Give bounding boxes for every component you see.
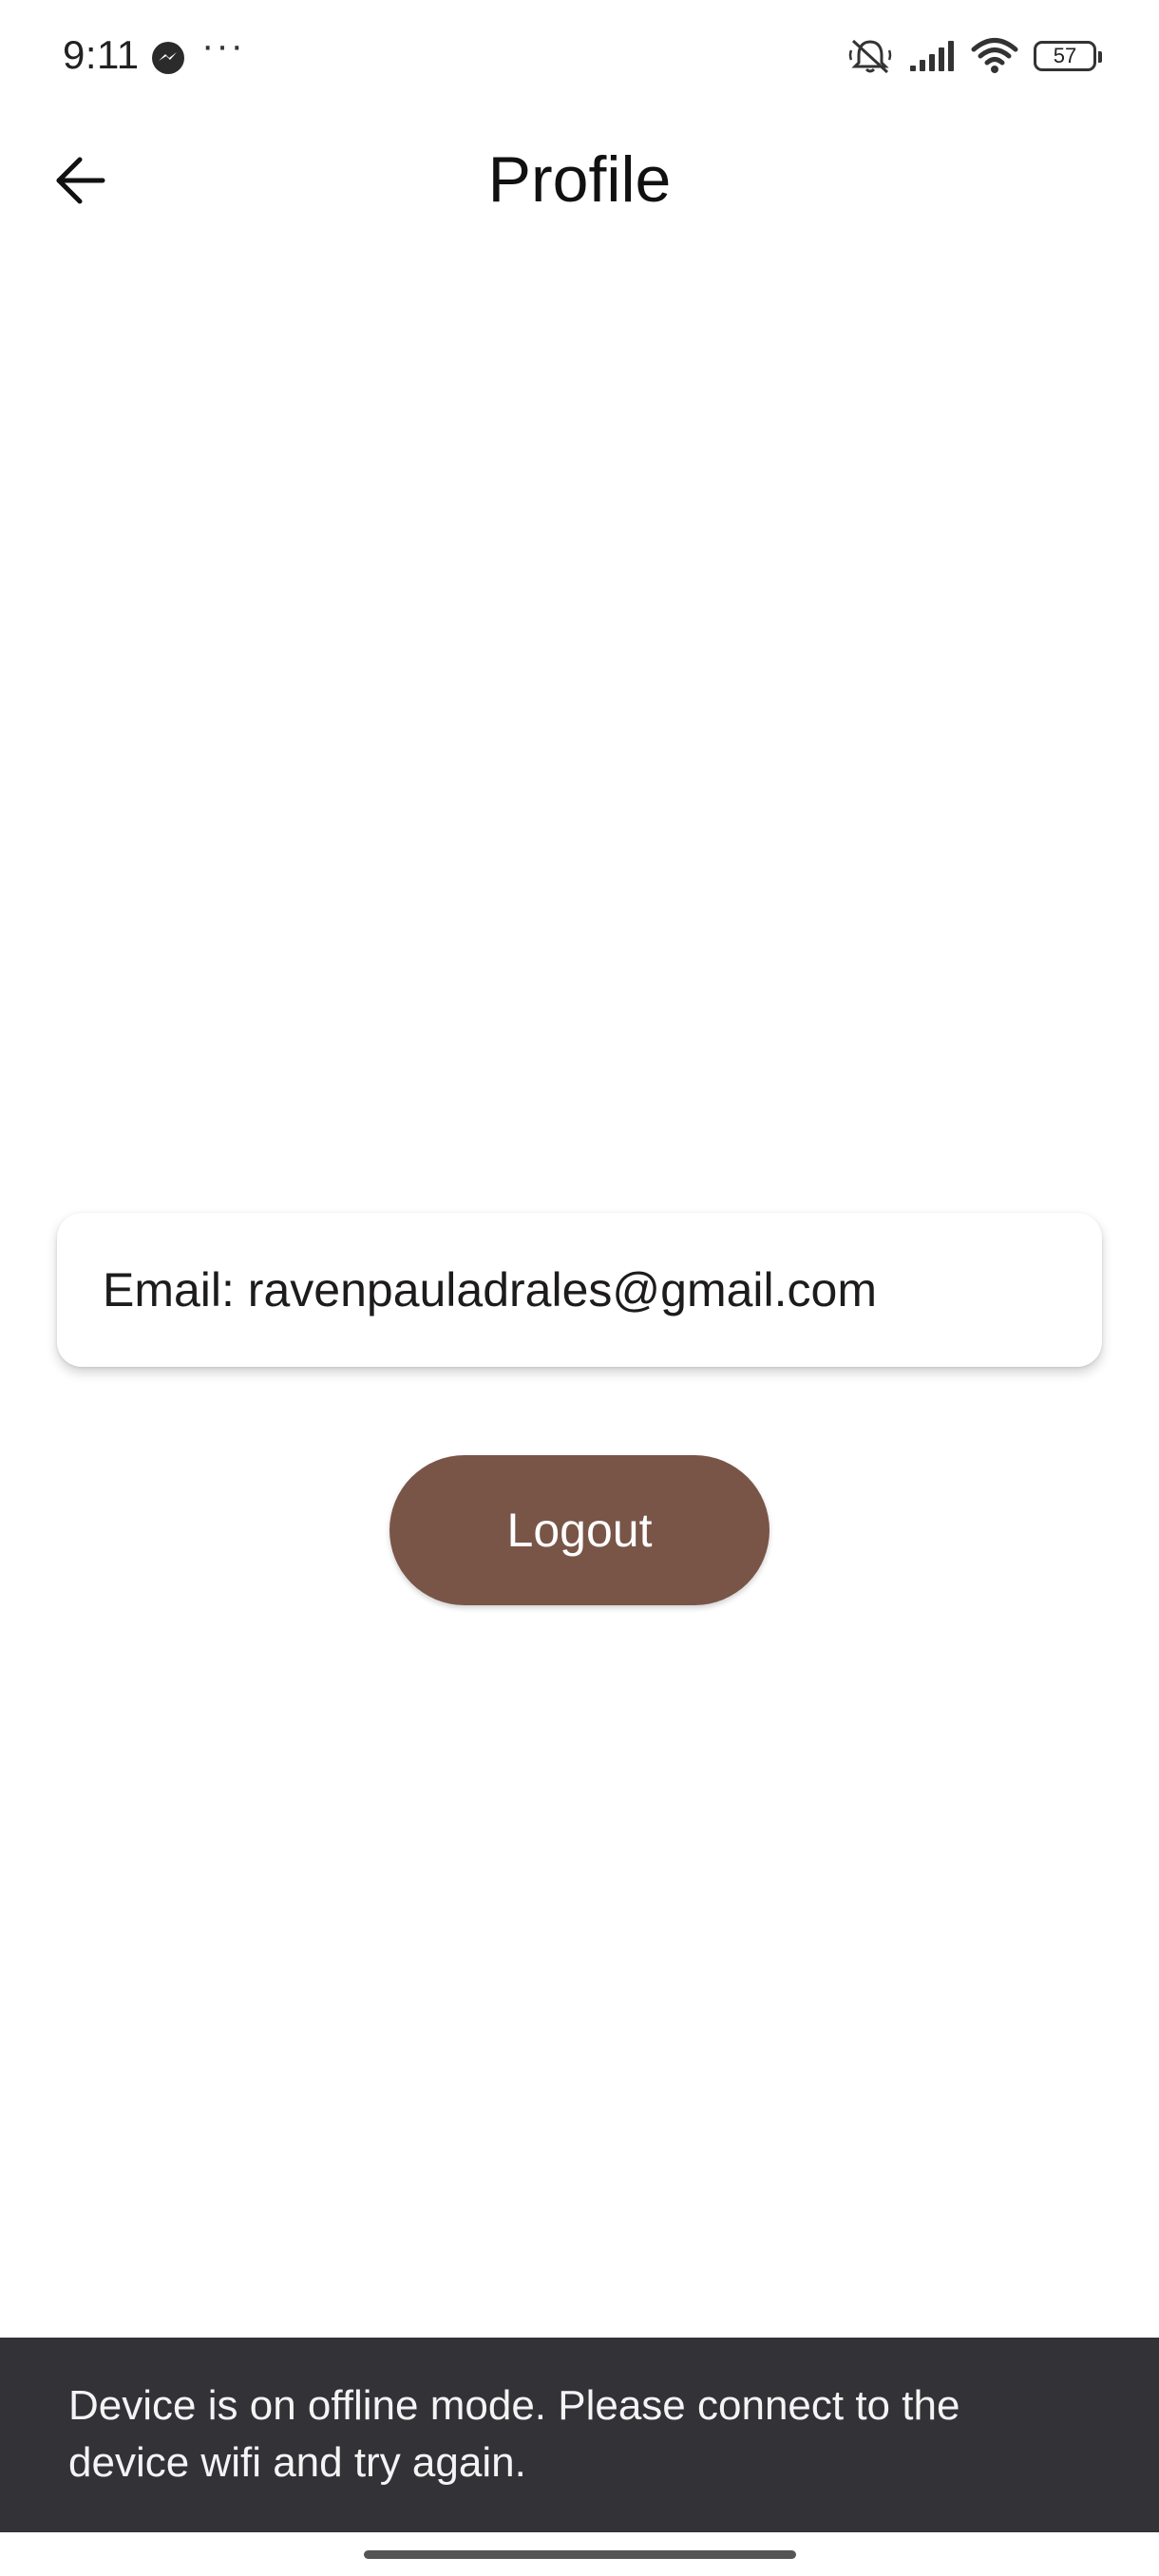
silent-bell-icon [848, 39, 892, 74]
status-icons: 57 [847, 34, 1102, 78]
app-bar: Profile [0, 114, 1159, 242]
page-title: Profile [487, 143, 672, 216]
gesture-nav-bar[interactable] [364, 2550, 796, 2559]
snackbar-message: Device is on offline mode. Please connec… [68, 2382, 960, 2486]
messenger-icon [152, 42, 184, 74]
email-card: Email: ravenpauladrales@gmail.com [57, 1213, 1102, 1367]
status-time: 9:11 [63, 32, 140, 77]
wifi-icon [971, 38, 1018, 73]
logout-button[interactable]: Logout [390, 1455, 770, 1605]
email-text: Email: ravenpauladrales@gmail.com [103, 1263, 877, 1316]
offline-snackbar: Device is on offline mode. Please connec… [0, 2338, 1159, 2532]
status-more-indicator: ··· [201, 25, 245, 66]
battery-indicator: 57 [1034, 41, 1102, 71]
signal-icon [910, 41, 954, 71]
status-bar: 9:11 ··· 57 [0, 0, 1159, 114]
battery-level: 57 [1053, 44, 1077, 67]
